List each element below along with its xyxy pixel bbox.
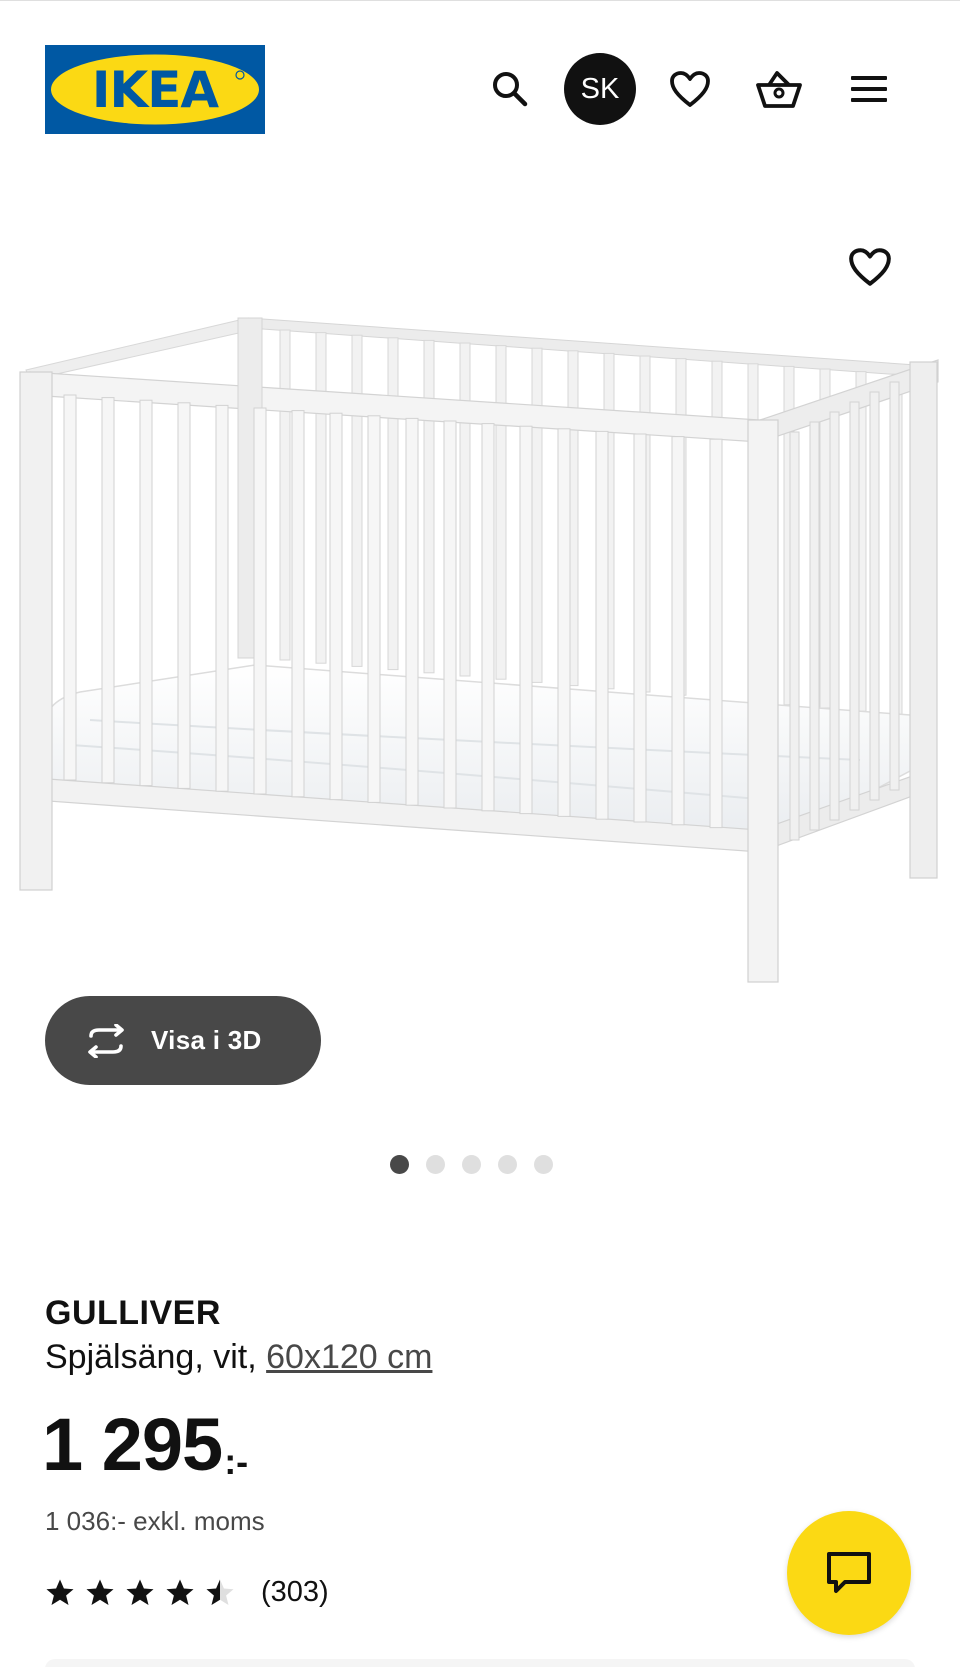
rating-count: (303) (261, 1576, 329, 1608)
product-image[interactable] (0, 170, 960, 1010)
product-favourite-button[interactable] (835, 232, 905, 302)
svg-text:IKEA: IKEA (92, 61, 220, 119)
star-full-icon (126, 1579, 154, 1605)
price-amount: 1 295 (42, 1403, 223, 1486)
user-profile-button[interactable]: SK (564, 53, 636, 125)
heart-icon (670, 71, 710, 107)
site-header: IKEA SK (0, 0, 960, 150)
product-type: Spjälsäng, vit, (45, 1338, 257, 1376)
rotate-3d-icon (88, 1023, 124, 1058)
image-carousel-indicator (390, 1155, 553, 1175)
product-size-link[interactable]: 60x120 cm (266, 1338, 432, 1376)
main-menu-button[interactable] (833, 53, 905, 125)
ikea-logo[interactable]: IKEA (45, 45, 265, 134)
user-initials: SK (580, 72, 620, 105)
hamburger-menu-icon (851, 76, 887, 102)
next-section-card (45, 1659, 915, 1667)
crib-illustration (19, 317, 939, 983)
rating-stars (45, 1578, 235, 1608)
carousel-dot[interactable] (390, 1155, 409, 1174)
price-suffix: :- (224, 1441, 249, 1482)
star-full-icon (46, 1579, 74, 1605)
favourites-button[interactable] (654, 53, 726, 125)
carousel-dot[interactable] (462, 1155, 481, 1174)
star-full-icon (166, 1579, 194, 1605)
chat-bubble-icon (827, 1552, 871, 1593)
product-description: Spjälsäng, vit, 60x120 cm (45, 1338, 432, 1377)
heart-icon (849, 248, 891, 286)
search-icon (493, 72, 528, 107)
chat-button[interactable] (787, 1511, 911, 1635)
price-excluding-vat: 1 036:- exkl. moms (45, 1506, 265, 1536)
star-full-icon (86, 1579, 114, 1605)
view-in-3d-button[interactable]: Visa i 3D (45, 996, 321, 1085)
product-name: GULLIVER (45, 1294, 221, 1332)
carousel-dot[interactable] (534, 1155, 553, 1174)
shopping-basket-icon (756, 71, 802, 108)
view-in-3d-label: Visa i 3D (151, 1025, 262, 1055)
search-button[interactable] (474, 53, 546, 125)
star-half-icon (206, 1579, 234, 1605)
product-price: 1 295 :- (42, 1408, 248, 1483)
product-rating[interactable]: (303) (45, 1576, 329, 1609)
shopping-basket-button[interactable] (743, 53, 815, 125)
carousel-dot[interactable] (498, 1155, 517, 1174)
carousel-dot[interactable] (426, 1155, 445, 1174)
